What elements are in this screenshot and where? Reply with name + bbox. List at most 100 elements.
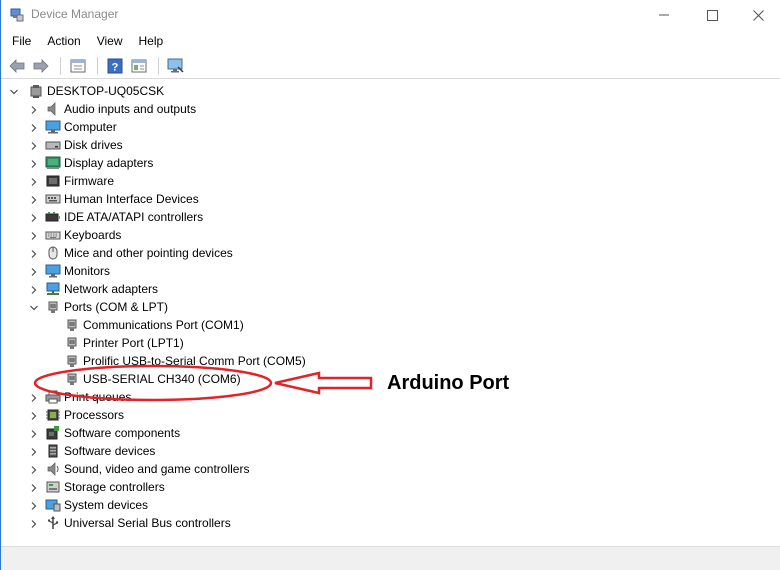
expand-chevron-icon[interactable] [29, 482, 39, 492]
chevron-right-icon [31, 250, 37, 258]
tree-node-label: System devices [64, 498, 149, 512]
expand-chevron-icon[interactable] [29, 284, 39, 294]
expand-chevron-icon[interactable] [29, 464, 39, 474]
speaker-icon [47, 102, 56, 116]
tree-category[interactable]: Processors [1, 406, 780, 424]
processor-icon [46, 409, 60, 421]
expand-chevron-icon[interactable] [29, 230, 39, 240]
tree-node-label: Mice and other pointing devices [64, 246, 233, 260]
svg-text:?: ? [112, 61, 119, 73]
port-icon [64, 317, 80, 333]
expand-chevron-icon[interactable] [29, 446, 39, 456]
toolbar-separator [158, 56, 159, 75]
back-button[interactable] [6, 55, 28, 77]
chevron-right-icon [31, 502, 37, 510]
tree-category[interactable]: Computer [1, 118, 780, 136]
tree-node-label: Monitors [64, 264, 111, 278]
tree-category[interactable]: Storage controllers [1, 478, 780, 496]
tree-category[interactable]: Ports (COM & LPT) [1, 298, 780, 316]
help-button[interactable]: ? [104, 55, 126, 77]
chevron-right-icon [31, 196, 37, 204]
storage-icon [45, 479, 61, 495]
forward-button[interactable] [30, 55, 52, 77]
tree-category[interactable]: Human Interface Devices [1, 190, 780, 208]
tree-node-label: Ports (COM & LPT) [64, 300, 169, 314]
toolbar-separator [60, 56, 61, 75]
maximize-button[interactable] [689, 0, 735, 30]
expand-chevron-icon[interactable] [29, 266, 39, 276]
tree-category[interactable]: Network adapters [1, 280, 780, 298]
tree-category[interactable]: Sound, video and game controllers [1, 460, 780, 478]
expand-chevron-icon[interactable] [29, 410, 39, 420]
software-device-icon [45, 443, 61, 459]
expand-chevron-icon[interactable] [29, 140, 39, 150]
expand-chevron-icon[interactable] [29, 500, 39, 510]
network-icon [45, 281, 61, 297]
expand-chevron-icon[interactable] [29, 302, 39, 312]
tree-device[interactable]: Printer Port (LPT1) [1, 334, 780, 352]
tree-category[interactable]: Disk drives [1, 136, 780, 154]
expand-chevron-icon[interactable] [9, 86, 19, 96]
chevron-right-icon [31, 394, 37, 402]
expand-chevron-icon[interactable] [29, 176, 39, 186]
expand-chevron-icon[interactable] [29, 428, 39, 438]
software-component-icon [46, 426, 59, 440]
expand-chevron-icon[interactable] [29, 518, 39, 528]
tree-node-label: Network adapters [64, 282, 159, 296]
expand-chevron-icon[interactable] [29, 122, 39, 132]
scan-hardware-button[interactable] [165, 55, 187, 77]
tree-category[interactable]: Monitors [1, 262, 780, 280]
firmware-icon [46, 175, 60, 187]
chevron-right-icon [31, 484, 37, 492]
usb-icon [45, 515, 61, 531]
expand-chevron-icon[interactable] [29, 212, 39, 222]
tree-node-label: Printer Port (LPT1) [83, 336, 184, 350]
tree-category[interactable]: System devices [1, 496, 780, 514]
tree-category[interactable]: IDE ATA/ATAPI controllers [1, 208, 780, 226]
chevron-right-icon [31, 124, 37, 132]
tree-device[interactable]: Communications Port (COM1) [1, 316, 780, 334]
tree-node-label: Keyboards [64, 228, 122, 242]
tree-root[interactable]: DESKTOP-UQ05CSK [1, 82, 780, 100]
expand-chevron-icon[interactable] [29, 194, 39, 204]
tree-category[interactable]: Keyboards [1, 226, 780, 244]
tree-category[interactable]: Audio inputs and outputs [1, 100, 780, 118]
view-panel-button[interactable] [128, 55, 150, 77]
sound-icon [45, 461, 61, 477]
menu-view[interactable]: View [89, 30, 131, 52]
tree-category[interactable]: Software components [1, 424, 780, 442]
chevron-right-icon [31, 178, 37, 186]
computer-root-icon [30, 85, 42, 98]
expand-chevron-icon[interactable] [29, 392, 39, 402]
tree-category[interactable]: Display adapters [1, 154, 780, 172]
tree-device[interactable]: Prolific USB-to-Serial Comm Port (COM5) [1, 352, 780, 370]
system-device-icon [45, 497, 61, 513]
tree-category[interactable]: Mice and other pointing devices [1, 244, 780, 262]
menu-bar: File Action View Help [1, 30, 780, 52]
tree-node-label: DESKTOP-UQ05CSK [47, 84, 165, 98]
tree-node-label: Storage controllers [64, 480, 165, 494]
tree-node-label: Firmware [64, 174, 114, 188]
tree-category[interactable]: Software devices [1, 442, 780, 460]
close-icon [752, 9, 764, 21]
expand-chevron-icon[interactable] [29, 248, 39, 258]
ide-controller-icon [45, 212, 60, 222]
expand-chevron-icon[interactable] [29, 104, 39, 114]
speaker-icon [45, 101, 61, 117]
properties-button[interactable] [67, 55, 89, 77]
software-component-icon [45, 425, 61, 441]
keyboard-icon [45, 231, 61, 240]
menu-file[interactable]: File [4, 30, 39, 52]
minimize-button[interactable] [641, 0, 687, 30]
expand-chevron-icon[interactable] [29, 158, 39, 168]
tree-category[interactable]: Firmware [1, 172, 780, 190]
menu-help[interactable]: Help [131, 30, 172, 52]
tree-category[interactable]: Universal Serial Bus controllers [1, 514, 780, 532]
firmware-icon [45, 173, 61, 189]
close-button[interactable] [735, 0, 780, 30]
title-bar[interactable]: Device Manager [1, 0, 780, 30]
device-tree: DESKTOP-UQ05CSK Audio inputs and outputs C… [1, 82, 780, 542]
menu-action[interactable]: Action [39, 30, 88, 52]
hid-icon [45, 194, 61, 204]
tree-node-label: Communications Port (COM1) [83, 318, 244, 332]
